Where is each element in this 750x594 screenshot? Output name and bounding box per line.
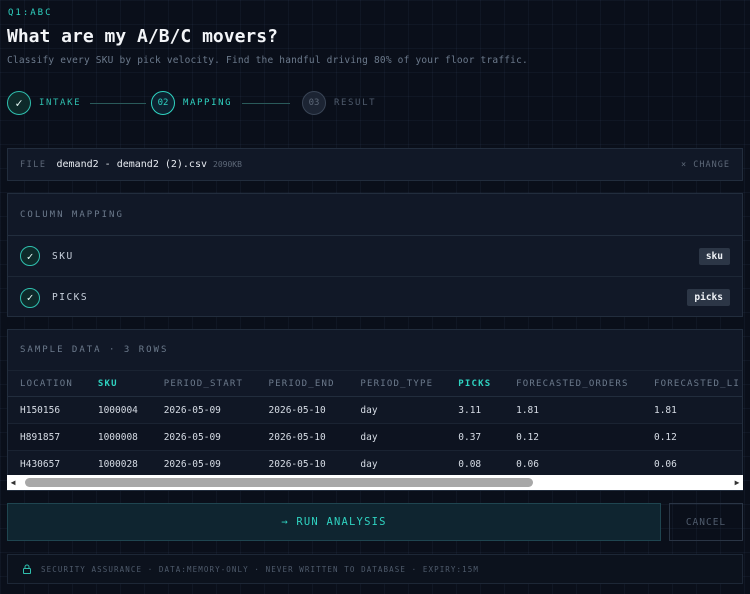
table-cell: 1.81	[641, 396, 742, 424]
column-header: PERIOD_TYPE	[348, 370, 447, 397]
file-panel: FILE demand2 - demand2 (2).csv 2090KB × …	[7, 148, 743, 181]
table-cell: 1000008	[85, 423, 152, 451]
table-cell: 1000028	[85, 450, 152, 478]
table-cell: 2026-05-09	[151, 423, 257, 451]
table-cell: day	[348, 450, 447, 478]
column-header: SKU	[85, 370, 152, 397]
table-row: H430657 1000028 2026-05-09 2026-05-10 day 0.0…	[8, 450, 742, 478]
file-size: 2090KB	[213, 160, 242, 169]
step-connector	[90, 103, 146, 104]
horizontal-scrollbar[interactable]: ◀ ▶	[7, 475, 743, 490]
table-cell: H891857	[8, 423, 86, 451]
column-header: FORECASTED_LI	[641, 370, 742, 397]
mapping-label: SKU	[52, 250, 74, 262]
scrollbar-thumb[interactable]	[25, 478, 533, 487]
check-icon: ✓	[7, 91, 31, 115]
file-key-label: FILE	[20, 159, 47, 170]
step-connector	[242, 103, 290, 104]
step-number: 02	[151, 91, 175, 115]
column-header: LOCATION	[8, 370, 86, 397]
table-cell: 0.37	[446, 423, 505, 451]
mapping-row-sku[interactable]: ✓ SKU sku	[8, 236, 742, 277]
table-cell: 2026-05-09	[151, 396, 257, 424]
mapping-row-picks[interactable]: ✓ PICKS picks	[8, 277, 742, 318]
eyebrow: Q1:ABC	[8, 8, 53, 18]
step-label: INTAKE	[39, 98, 82, 108]
column-header: PERIOD_START	[151, 370, 257, 397]
table-cell: 0.06	[504, 450, 642, 478]
scroll-right-icon[interactable]: ▶	[731, 475, 743, 490]
table-cell: 1000004	[85, 396, 152, 424]
lock-icon	[23, 564, 31, 574]
table-cell: H430657	[8, 450, 86, 478]
step-mapping[interactable]: 02 MAPPING	[151, 91, 232, 115]
table-cell: 0.12	[504, 423, 642, 451]
mapped-column-tag[interactable]: sku	[698, 247, 730, 265]
table-cell: 2026-05-10	[256, 396, 349, 424]
check-icon: ✓	[20, 246, 40, 266]
scrollbar-track[interactable]	[19, 475, 731, 490]
table-header-row: LOCATION SKU PERIOD_START PERIOD_END PERIOD_…	[8, 370, 742, 397]
table-cell: 0.12	[641, 423, 742, 451]
step-number: 03	[302, 91, 326, 115]
check-icon: ✓	[20, 287, 40, 308]
mapping-label: PICKS	[52, 292, 89, 303]
section-heading: COLUMN MAPPING	[8, 194, 742, 236]
table-cell: day	[348, 396, 447, 424]
scroll-left-icon[interactable]: ◀	[7, 475, 19, 490]
sample-data-panel: SAMPLE DATA · 3 ROWS LOCATION SKU PERIOD_S…	[7, 329, 743, 491]
table-row: H150156 1000004 2026-05-09 2026-05-10 day 3.1…	[8, 396, 742, 424]
step-intake[interactable]: ✓ INTAKE	[7, 91, 81, 115]
page-subtitle: Classify every SKU by pick velocity. Fin…	[7, 55, 528, 66]
step-result[interactable]: 03 RESULT	[302, 91, 376, 115]
table-cell: 1.81	[504, 396, 642, 424]
page-title: What are my A/B/C movers?	[7, 26, 278, 47]
table-row: H891857 1000008 2026-05-09 2026-05-10 day 0.3…	[8, 423, 742, 451]
table-cell: 2026-05-09	[151, 450, 257, 478]
security-text: SECURITY ASSURANCE · DATA:MEMORY-ONLY · …	[41, 564, 479, 574]
step-label: RESULT	[334, 98, 377, 108]
change-file-button[interactable]: × CHANGE	[681, 160, 730, 170]
column-header: PICKS	[446, 370, 505, 397]
section-heading: SAMPLE DATA · 3 ROWS	[20, 345, 169, 355]
table-cell: H150156	[8, 396, 86, 424]
column-header: PERIOD_END	[256, 370, 349, 397]
run-analysis-button[interactable]: → RUN ANALYSIS	[7, 503, 661, 541]
security-assurance-bar: SECURITY ASSURANCE · DATA:MEMORY-ONLY · …	[7, 554, 743, 584]
mapped-column-tag[interactable]: picks	[687, 289, 730, 306]
table-cell: 2026-05-10	[256, 423, 349, 451]
table-cell: 3.11	[446, 396, 505, 424]
file-name: demand2 - demand2 (2).csv	[56, 159, 207, 170]
step-label: MAPPING	[183, 98, 233, 108]
cancel-button[interactable]: CANCEL	[669, 503, 743, 541]
table-cell: 2026-05-10	[256, 450, 349, 478]
table-cell: day	[348, 423, 447, 451]
column-mapping-panel: COLUMN MAPPING ✓ SKU sku ✓ PICKS picks	[7, 193, 743, 317]
column-header: FORECASTED_ORDERS	[504, 370, 642, 397]
table-cell: 0.08	[446, 450, 505, 478]
table-cell: 0.06	[641, 450, 742, 478]
sample-table: LOCATION SKU PERIOD_START PERIOD_END PERIOD_…	[8, 370, 742, 478]
stepper: ✓ INTAKE 02 MAPPING 03 RESULT	[7, 91, 407, 117]
